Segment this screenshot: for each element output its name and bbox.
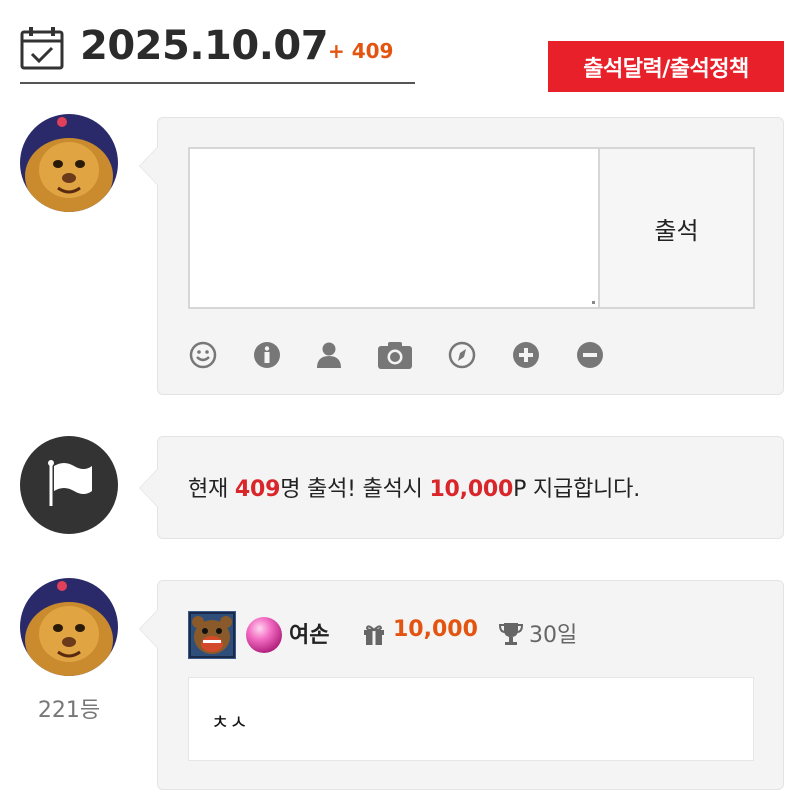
gift-icon [364,625,384,645]
notice-suffix: P 지급합니다. [513,477,641,502]
lion-avatar-image [20,114,118,212]
attendance-entry-card: 여손 10,000 30일 ㅊㅅ [139,580,784,790]
info-icon[interactable] [252,340,282,370]
page-date: 2025.10.07 [80,23,329,69]
bear-avatar-image [188,611,236,659]
notice-prefix: 현재 [188,477,235,502]
avatar[interactable] [20,578,118,676]
attendance-form-card: 출석 [139,117,784,395]
date-header: 2025.10.07 + 409 [20,20,415,84]
plus-circle-icon[interactable] [511,340,541,370]
avatar [20,114,118,212]
user-nickname[interactable]: 여손 [289,617,329,649]
consecutive-days: 30일 [529,623,578,648]
notice-middle: 명 출석! 출석시 [280,477,430,502]
comment-text: ㅊㅅ [211,710,248,734]
resize-handle[interactable] [592,301,595,304]
attend-submit-button[interactable]: 출석 [598,147,755,309]
memo-input[interactable] [188,147,598,309]
attendance-rank: 221등 [37,698,101,723]
notice-points: 10,000 [429,477,514,502]
notice-count: 409 [234,477,281,502]
attendance-notice: 현재 409명 출석! 출석시 10,000P 지급합니다. [188,471,640,503]
calendar-check-icon [20,27,64,70]
attendance-comment: ㅊㅅ [188,677,754,761]
lion-avatar-image [20,578,118,676]
today-attendance-count: + 409 [328,39,394,63]
compass-icon[interactable] [447,340,477,370]
attendance-notice-card: 현재 409명 출석! 출석시 10,000P 지급합니다. [139,436,784,539]
trophy-icon [498,623,524,645]
minus-circle-icon[interactable] [575,340,605,370]
notice-flag-avatar [20,436,118,534]
camera-icon[interactable] [377,340,413,370]
level-orb-icon [246,617,282,653]
smile-icon[interactable] [188,340,218,370]
user-icon[interactable] [314,340,344,370]
user-profile-image[interactable] [188,611,236,659]
attendance-policy-button[interactable]: 출석달력/출석정책 [548,41,784,92]
earned-points: 10,000 [393,617,478,642]
flag-icon [48,460,92,506]
